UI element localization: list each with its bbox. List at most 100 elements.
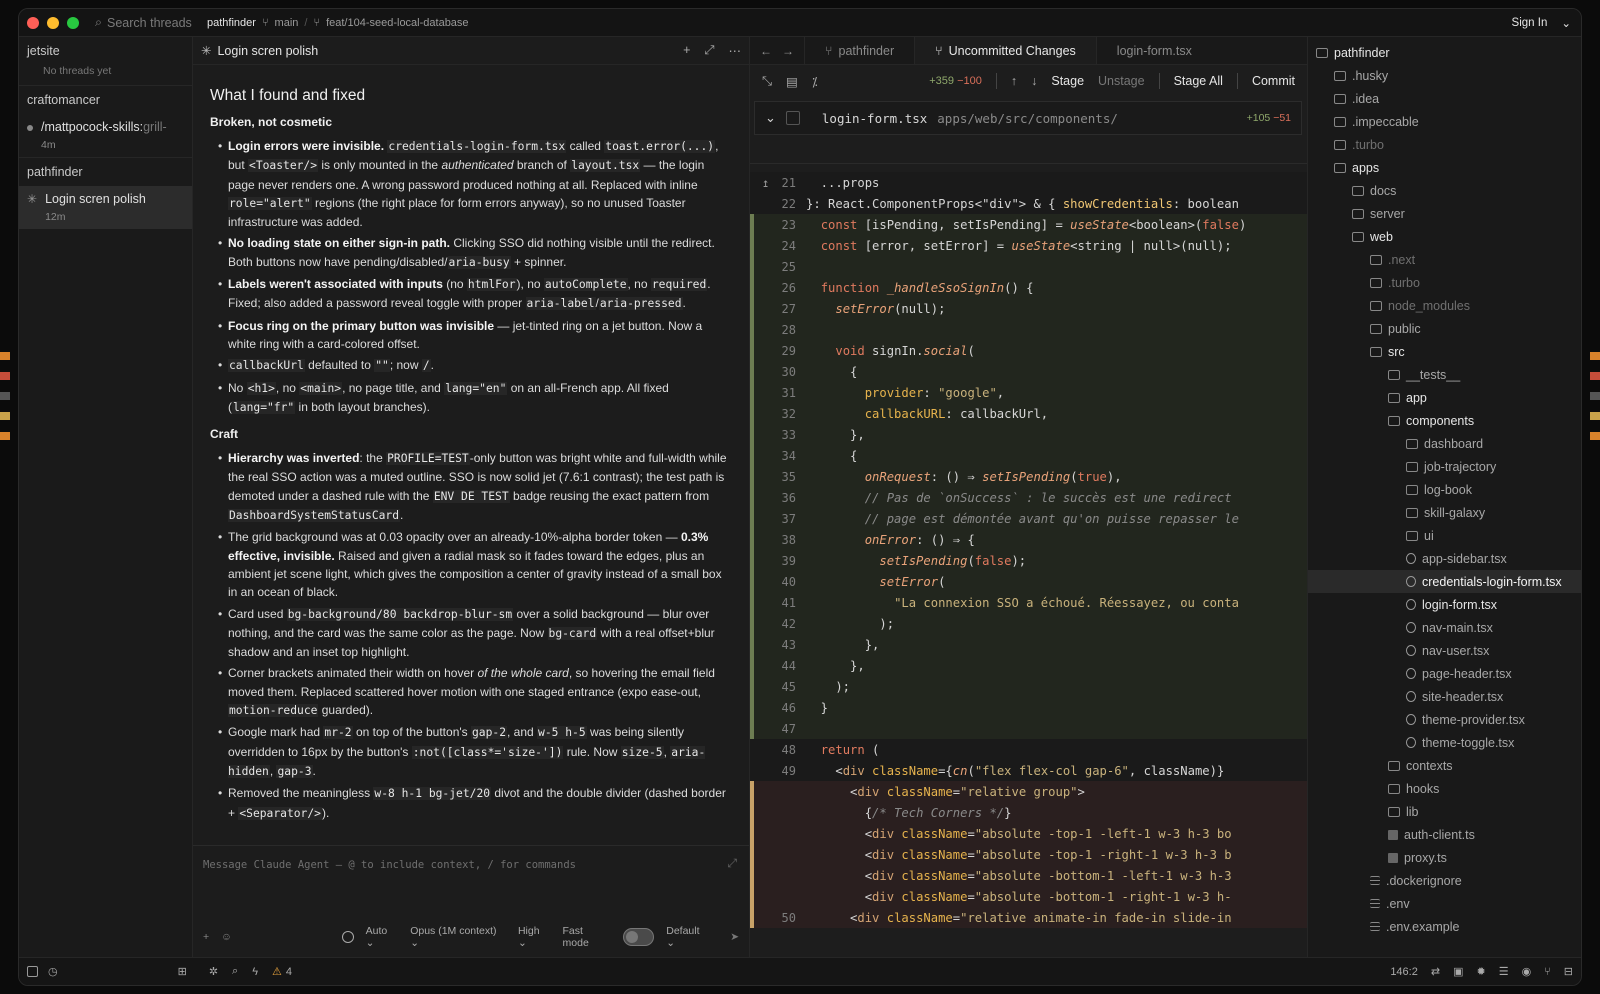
tab-login-form[interactable]: login-form.tsx: [1095, 37, 1212, 64]
code-diff[interactable]: ↥ 21 ...props 22}: React.ComponentProps<"…: [750, 163, 1307, 957]
commit-button[interactable]: Commit: [1252, 74, 1295, 88]
unstage-button[interactable]: Unstage: [1098, 74, 1145, 88]
tree-folder[interactable]: log-book: [1308, 478, 1581, 501]
thread-search[interactable]: ⌕ Search threads: [95, 15, 195, 30]
terminal-icon[interactable]: ▣: [1453, 965, 1463, 978]
tree-folder[interactable]: docs: [1308, 179, 1581, 202]
tree-folder[interactable]: src: [1308, 340, 1581, 363]
tree-folder[interactable]: .husky: [1308, 64, 1581, 87]
chevron-down-icon[interactable]: ⌄: [1561, 16, 1571, 30]
prev-change-icon[interactable]: ↑: [1011, 74, 1017, 88]
stage-file-checkbox[interactable]: [785, 111, 800, 125]
tree-folder[interactable]: public: [1308, 317, 1581, 340]
chevron-down-icon[interactable]: ⌄: [765, 110, 776, 126]
tree-folder[interactable]: ui: [1308, 524, 1581, 547]
tree-file[interactable]: theme-provider.tsx: [1308, 708, 1581, 731]
search-icon[interactable]: ⌕: [232, 965, 238, 978]
context-ring-icon[interactable]: [341, 931, 354, 943]
tree-file[interactable]: nav-main.tsx: [1308, 616, 1581, 639]
composer-input[interactable]: Message Claude Agent — @ to include cont…: [203, 859, 576, 871]
project-header[interactable]: jetsite: [19, 37, 192, 65]
tree-folder[interactable]: contexts: [1308, 754, 1581, 777]
whitespace-icon[interactable]: ⁒: [812, 74, 818, 89]
message-composer[interactable]: Message Claude Agent — @ to include cont…: [193, 845, 749, 957]
new-thread-icon[interactable]: +: [683, 43, 690, 58]
tree-root[interactable]: pathfinder: [1308, 41, 1581, 64]
tree-file-selected[interactable]: credentials-login-form.tsx: [1308, 570, 1581, 593]
accounts-icon[interactable]: ◉: [1522, 965, 1532, 978]
new-folder-icon[interactable]: ⊞: [178, 965, 187, 978]
tree-file[interactable]: .dockerignore: [1308, 869, 1581, 892]
tree-folder[interactable]: app: [1308, 386, 1581, 409]
warning-icon[interactable]: ⚠: [272, 965, 282, 978]
next-change-icon[interactable]: ↓: [1031, 74, 1037, 88]
tree-folder[interactable]: .idea: [1308, 87, 1581, 110]
thread-item[interactable]: /mattpocock-skills:grill- 4m: [19, 114, 192, 157]
project-header[interactable]: pathfinder: [19, 158, 192, 186]
tree-folder[interactable]: apps: [1308, 156, 1581, 179]
outline-icon[interactable]: ☰: [1499, 965, 1509, 978]
close-window-button[interactable]: [27, 16, 39, 29]
tree-folder[interactable]: __tests__: [1308, 363, 1581, 386]
send-icon[interactable]: ➤: [730, 931, 739, 943]
maximize-window-button[interactable]: [67, 16, 79, 29]
tree-file[interactable]: proxy.ts: [1308, 846, 1581, 869]
expand-icon[interactable]: ⤢: [727, 856, 737, 871]
breadcrumb-project[interactable]: pathfinder: [207, 17, 256, 29]
tree-folder[interactable]: .impeccable: [1308, 110, 1581, 133]
tree-file[interactable]: app-sidebar.tsx: [1308, 547, 1581, 570]
tree-folder[interactable]: server: [1308, 202, 1581, 225]
tree-folder[interactable]: .turbo: [1308, 271, 1581, 294]
effort-select[interactable]: High ⌄: [518, 925, 551, 949]
cursor-position[interactable]: 146:2: [1390, 966, 1418, 978]
layout-icon[interactable]: ▤: [786, 74, 798, 89]
tree-file[interactable]: auth-client.ts: [1308, 823, 1581, 846]
thread-item-active[interactable]: ✳ Login scren polish 12m: [19, 186, 192, 229]
tree-folder[interactable]: .turbo: [1308, 133, 1581, 156]
tree-file[interactable]: theme-toggle.tsx: [1308, 731, 1581, 754]
permission-select[interactable]: Default ⌄: [666, 925, 710, 949]
tab-pathfinder[interactable]: ⑂ pathfinder: [804, 37, 914, 64]
minimize-window-button[interactable]: [47, 16, 59, 29]
tree-folder[interactable]: job-trajectory: [1308, 455, 1581, 478]
history-icon[interactable]: ◷: [48, 965, 58, 978]
project-header[interactable]: craftomancer: [19, 86, 192, 114]
settings-icon[interactable]: ✲: [209, 965, 218, 978]
warning-count[interactable]: 4: [286, 966, 292, 978]
more-icon[interactable]: ⋯: [729, 43, 742, 58]
tree-folder[interactable]: node_modules: [1308, 294, 1581, 317]
forward-arrow-icon[interactable]: →: [782, 44, 794, 58]
emoji-icon[interactable]: ☺: [221, 931, 232, 943]
toggle-sidebar-icon[interactable]: [27, 966, 38, 977]
mode-select[interactable]: Auto ⌄: [366, 925, 399, 949]
tree-folder[interactable]: .next: [1308, 248, 1581, 271]
tree-file[interactable]: page-header.tsx: [1308, 662, 1581, 685]
tree-file[interactable]: nav-user.tsx: [1308, 639, 1581, 662]
collapse-icon[interactable]: ⤡: [762, 74, 772, 89]
tree-folder[interactable]: web: [1308, 225, 1581, 248]
tree-file[interactable]: login-form.tsx: [1308, 593, 1581, 616]
tree-file[interactable]: site-header.tsx: [1308, 685, 1581, 708]
stage-button[interactable]: Stage: [1051, 74, 1084, 88]
breadcrumb-feature-branch[interactable]: feat/104-seed-local-database: [326, 17, 468, 29]
fast-mode-toggle[interactable]: [622, 928, 655, 946]
attach-icon[interactable]: +: [203, 931, 209, 943]
tree-folder[interactable]: lib: [1308, 800, 1581, 823]
tree-folder[interactable]: hooks: [1308, 777, 1581, 800]
panel-layout-icon[interactable]: ⊟: [1564, 965, 1573, 978]
breadcrumb-branch[interactable]: main: [275, 17, 299, 29]
language-icon[interactable]: ⇄: [1431, 965, 1440, 978]
tree-folder[interactable]: dashboard: [1308, 432, 1581, 455]
tree-folder[interactable]: components: [1308, 409, 1581, 432]
model-select[interactable]: Opus (1M context) ⌄: [410, 925, 506, 949]
stage-all-button[interactable]: Stage All: [1174, 74, 1223, 88]
expand-icon[interactable]: ⤢: [704, 43, 714, 58]
tree-file[interactable]: .env: [1308, 892, 1581, 915]
tab-uncommitted-changes[interactable]: ⑂ Uncommitted Changes: [914, 37, 1096, 64]
source-control-icon[interactable]: ⑂: [1544, 966, 1551, 978]
tree-file[interactable]: .env.example: [1308, 915, 1581, 938]
sign-in-button[interactable]: Sign In: [1512, 17, 1548, 29]
bolt-icon[interactable]: ϟ: [252, 966, 258, 978]
debug-icon[interactable]: ✹: [1476, 965, 1485, 978]
back-arrow-icon[interactable]: ←: [760, 44, 772, 58]
